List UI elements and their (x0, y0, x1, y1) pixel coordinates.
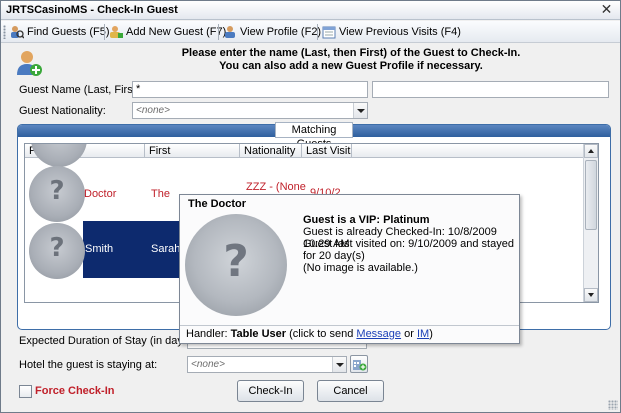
instructions: Please enter the name (Last, then First)… (91, 47, 611, 73)
find-guests-icon (10, 25, 25, 39)
chevron-down-icon[interactable] (353, 103, 367, 118)
no-image-icon: ? (49, 233, 65, 263)
scroll-down-icon[interactable] (584, 288, 598, 302)
add-new-guest-label: Add New Guest (F7) (126, 26, 227, 38)
handler-label: Handler: (186, 328, 228, 340)
vertical-scrollbar[interactable] (583, 144, 598, 302)
popup-guest-name: The Doctor (188, 198, 247, 210)
scroll-up-icon[interactable] (584, 144, 598, 158)
grid-header: Primary First Nationality Last Visit (25, 144, 583, 158)
hotel-select[interactable]: <none> (187, 356, 347, 373)
column-header-first[interactable]: First (145, 144, 240, 158)
no-image-info: (No image is available.) (303, 262, 418, 274)
view-profile-label: View Profile (F2) (240, 26, 322, 38)
column-header-nationality[interactable]: Nationality (240, 144, 302, 158)
chevron-down-icon[interactable] (332, 357, 346, 372)
add-hotel-button[interactable] (350, 355, 368, 373)
duration-label: Expected Duration of Stay (in days): (19, 335, 196, 347)
im-link[interactable]: IM (417, 328, 429, 340)
no-image-icon: ? (223, 236, 249, 287)
popup-avatar: ? (185, 214, 287, 316)
force-checkin-checkbox[interactable] (19, 385, 32, 398)
handler-name: Table User (230, 328, 287, 340)
guest-first-name-input[interactable] (372, 81, 609, 98)
view-previous-visits-button[interactable]: View Previous Visits (F4) (322, 23, 461, 41)
toolbar-separator (317, 24, 318, 40)
instructions-line-2: You can also add a new Guest Profile if … (219, 60, 483, 72)
last-visit-info: Guest last visited on: 9/10/2009 and sta… (303, 238, 514, 262)
nationality-label: Guest Nationality: (19, 105, 106, 117)
toolbar-grip[interactable] (3, 25, 6, 39)
scroll-thumb[interactable] (585, 160, 597, 230)
cell-first: The (151, 188, 170, 200)
guest-info-popup: The Doctor ? Guest is a VIP: Platinum Gu… (179, 194, 520, 344)
add-new-guest-button[interactable]: Add New Guest (F7) (109, 23, 226, 41)
toolbar-separator (218, 24, 219, 40)
previous-visits-icon (322, 25, 336, 39)
close-paren: ) (429, 328, 433, 340)
resize-grip[interactable] (608, 400, 618, 410)
avatar: ? (29, 223, 85, 279)
popup-footer: Handler: Table User (click to send Messa… (180, 325, 519, 343)
vip-status: Guest is a VIP: Platinum (303, 214, 430, 226)
window-title: JRTSCasinoMS - Check-In Guest (6, 4, 178, 16)
column-header-last-visit[interactable]: Last Visit (302, 144, 352, 158)
nationality-value: <none> (136, 105, 170, 116)
view-profile-icon (223, 25, 237, 39)
close-icon[interactable]: ✕ (599, 2, 614, 17)
or-text: or (404, 328, 414, 340)
add-guest-large-icon (15, 49, 43, 77)
toolbar-separator (104, 24, 105, 40)
title-bar: JRTSCasinoMS - Check-In Guest ✕ (1, 1, 620, 20)
avatar: ? (29, 166, 85, 222)
hotel-add-icon (353, 360, 367, 371)
view-profile-button[interactable]: View Profile (F2) (223, 23, 321, 41)
guest-last-name-input[interactable]: * (132, 81, 368, 98)
handler-text: (click to send (289, 328, 354, 340)
cancel-button[interactable]: Cancel (317, 380, 384, 402)
add-guest-icon (109, 25, 123, 39)
cell-first: Sarah (151, 243, 181, 255)
check-in-window: JRTSCasinoMS - Check-In Guest ✕ Find Gue… (0, 0, 621, 413)
find-guests-label: Find Guests (F5) (27, 26, 110, 38)
cell-nationality: ZZZ - (None (246, 181, 306, 193)
hotel-value: <none> (191, 359, 225, 370)
cell-last: Doctor (84, 188, 117, 200)
view-previous-visits-label: View Previous Visits (F4) (339, 26, 461, 38)
no-image-icon: ? (49, 176, 65, 206)
guest-name-label: Guest Name (Last, First): (19, 84, 143, 96)
message-link[interactable]: Message (356, 328, 401, 340)
force-checkin-label[interactable]: Force Check-In (35, 385, 114, 397)
hotel-label: Hotel the guest is staying at: (19, 359, 158, 371)
cell-last: Smith (85, 243, 114, 255)
find-guests-button[interactable]: Find Guests (F5) (10, 23, 110, 41)
check-in-button[interactable]: Check-In (237, 380, 304, 402)
nationality-select[interactable]: <none> (132, 102, 368, 119)
matching-guests-title: Matching Guests (275, 122, 353, 150)
toolbar: Find Guests (F5) Add New Guest (F7) View… (1, 21, 620, 43)
instructions-line-1: Please enter the name (Last, then First)… (181, 47, 521, 59)
